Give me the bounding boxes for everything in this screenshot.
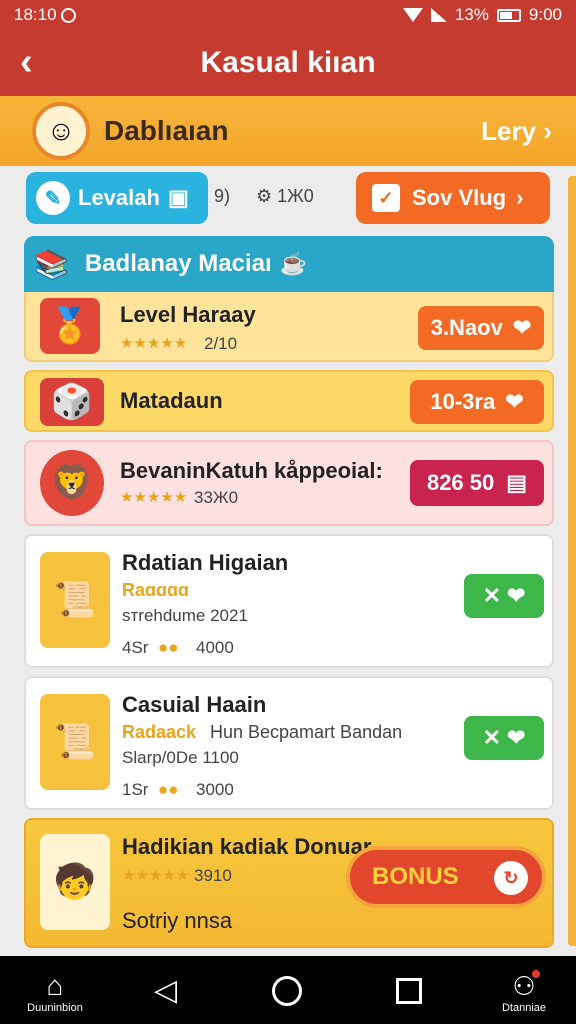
- filter-count-a: 9): [214, 186, 231, 206]
- filter-count-b: ⚙ 1Ж0: [256, 186, 314, 206]
- item-action-button[interactable]: 826 50 ▤: [410, 460, 544, 506]
- filter-left-label: Levalah: [78, 185, 160, 210]
- ticket-icon: ▤: [506, 470, 528, 495]
- status-time: 18:10: [14, 5, 57, 24]
- nav-profile[interactable]: ⚇ Dtanniae: [494, 970, 554, 1014]
- wrench-icon: ✎: [36, 181, 70, 215]
- checklist-icon: ✓: [372, 184, 400, 212]
- wifi-icon: [402, 8, 423, 22]
- cup-icon: ☕: [279, 251, 308, 276]
- filter-bar: ✎ Levalah ▣ 9) ⚙ 1Ж0 ✓ Sov Vlug ›: [0, 172, 576, 228]
- item-meta: 2/10: [204, 334, 238, 353]
- nav-back-icon[interactable]: ◁: [154, 976, 177, 1006]
- rating-stars: ★★★★★: [120, 335, 188, 352]
- list-item[interactable]: 🎲 Matadaun 10-3ra ❤: [24, 370, 554, 432]
- item-date: Slarp/0De 1100: [122, 748, 239, 767]
- page-title: Kasual kiıan: [200, 46, 376, 79]
- header-link[interactable]: Lery ›: [481, 116, 552, 147]
- game-board-icon: 🎲: [40, 378, 104, 426]
- battery-icon: [496, 8, 521, 22]
- scroll-icon: 📜: [40, 694, 110, 790]
- item-title: Casuial Haain: [122, 692, 267, 717]
- signal-icon: [430, 8, 447, 22]
- badge-icon: 🦁: [40, 450, 104, 516]
- profile-header: ☺ Dablıaıan Lery ›: [0, 96, 576, 166]
- list-item[interactable]: 📜 Rdatian Higaian Raɑɑɑɑ sтrehdume 2021 …: [24, 534, 554, 668]
- avatar[interactable]: ☺: [32, 102, 90, 160]
- close-icon: ✕: [482, 583, 501, 608]
- home-icon: ⌂: [46, 970, 64, 1001]
- item-meta: 3910: [194, 866, 232, 885]
- heart-icon: ❤: [507, 725, 526, 750]
- nav-home-label: Duuninbion: [27, 1002, 83, 1014]
- item-title: Rdatian Higaian: [122, 550, 289, 575]
- item-date: sтrehdume 2021: [122, 606, 248, 625]
- books-icon: 📚: [34, 248, 69, 280]
- nav-recents-icon[interactable]: [396, 978, 422, 1004]
- app-bar: ‹ Kasual kiıan: [0, 30, 576, 96]
- section-title: Badlanay Maciaı: [84, 250, 272, 277]
- bonus-label: BONUS: [372, 863, 459, 890]
- filter-left-button[interactable]: ✎ Levalah ▣: [26, 172, 208, 224]
- list-item[interactable]: 🦁 BevaninKatuh kåppeoial: ★★★★★ 33Ж0 826…: [24, 440, 554, 526]
- certificate-icon: 🏅: [40, 298, 100, 354]
- section-header: 📚 Badlanay Maciaı ☕: [24, 236, 554, 292]
- coins-icon: ●●: [158, 780, 179, 799]
- heart-icon: ❤: [507, 583, 526, 608]
- character-card-icon: 🧒: [40, 834, 110, 930]
- back-button[interactable]: ‹: [20, 42, 33, 82]
- status-bar: 18:10 13% 9:00: [0, 0, 576, 30]
- heart-icon: ❤: [505, 389, 524, 414]
- notification-icon: [60, 8, 76, 24]
- status-clock: 9:00: [528, 5, 562, 24]
- close-icon: ✕: [482, 725, 501, 750]
- nav-profile-label: Dtanniae: [501, 1002, 547, 1014]
- side-panel-peek[interactable]: [568, 176, 576, 946]
- item-stat-a: 1Sr: [122, 780, 149, 799]
- list-item[interactable]: 🏅 Level Haraay ★★★★★ 2/10 3.Naov ❤: [24, 292, 554, 362]
- item-footer-text: Sotriy nnsa: [122, 908, 233, 933]
- item-stat-b: 4000: [196, 638, 234, 657]
- gift-icon: ▣: [167, 185, 189, 210]
- item-subtitle-rest: Hun Becpamart Bandan: [210, 722, 403, 742]
- rating-stars: ★★★★★: [122, 867, 190, 884]
- coins-icon: ●●: [158, 638, 179, 657]
- chevron-right-icon: ›: [516, 185, 524, 210]
- item-stat-a: 4Sr: [122, 638, 149, 657]
- item-subtitle: Raɑɑɑɑ: [122, 580, 189, 600]
- nav-home-circle-icon[interactable]: [272, 976, 302, 1006]
- refresh-icon: ↻: [494, 861, 528, 895]
- filter-right-button[interactable]: ✓ Sov Vlug ›: [356, 172, 550, 224]
- battery-percent: 13%: [454, 5, 489, 24]
- item-meta: 33Ж0: [194, 488, 239, 507]
- list-item[interactable]: 📜 Casuial Haain Radaack Hun Becpamart Ba…: [24, 676, 554, 810]
- item-action-button[interactable]: 10-3ra ❤: [410, 380, 544, 424]
- user-icon: ⚇: [512, 971, 536, 1001]
- bottom-navigation: ⌂ Duuninbion ◁ ⚇ Dtanniae: [0, 956, 576, 1024]
- item-action-button[interactable]: 3.Naov ❤: [418, 306, 544, 350]
- scroll-icon: 📜: [40, 552, 110, 648]
- item-title: Hadikian kadiak Donuar: [122, 834, 372, 859]
- bonus-button[interactable]: BONUS ↻: [346, 846, 546, 908]
- profile-name: Dablıaıan: [104, 115, 229, 146]
- item-stat-b: 3000: [196, 780, 234, 799]
- nav-home[interactable]: ⌂ Duuninbion: [22, 970, 88, 1014]
- item-action-button[interactable]: ✕ ❤: [464, 574, 544, 618]
- item-title: Matadaun: [120, 388, 223, 413]
- rating-stars: ★★★★★: [120, 489, 188, 506]
- item-subtitle: Radaack: [122, 722, 197, 742]
- item-title: BevaninKatuh kåppeoial:: [120, 458, 383, 483]
- notification-dot: [532, 970, 540, 978]
- heart-icon: ❤: [512, 315, 532, 340]
- item-action-button[interactable]: ✕ ❤: [464, 716, 544, 760]
- item-title: Level Haraay: [120, 302, 256, 327]
- chevron-right-icon: ›: [543, 115, 552, 146]
- filter-right-label: Sov Vlug: [412, 185, 507, 210]
